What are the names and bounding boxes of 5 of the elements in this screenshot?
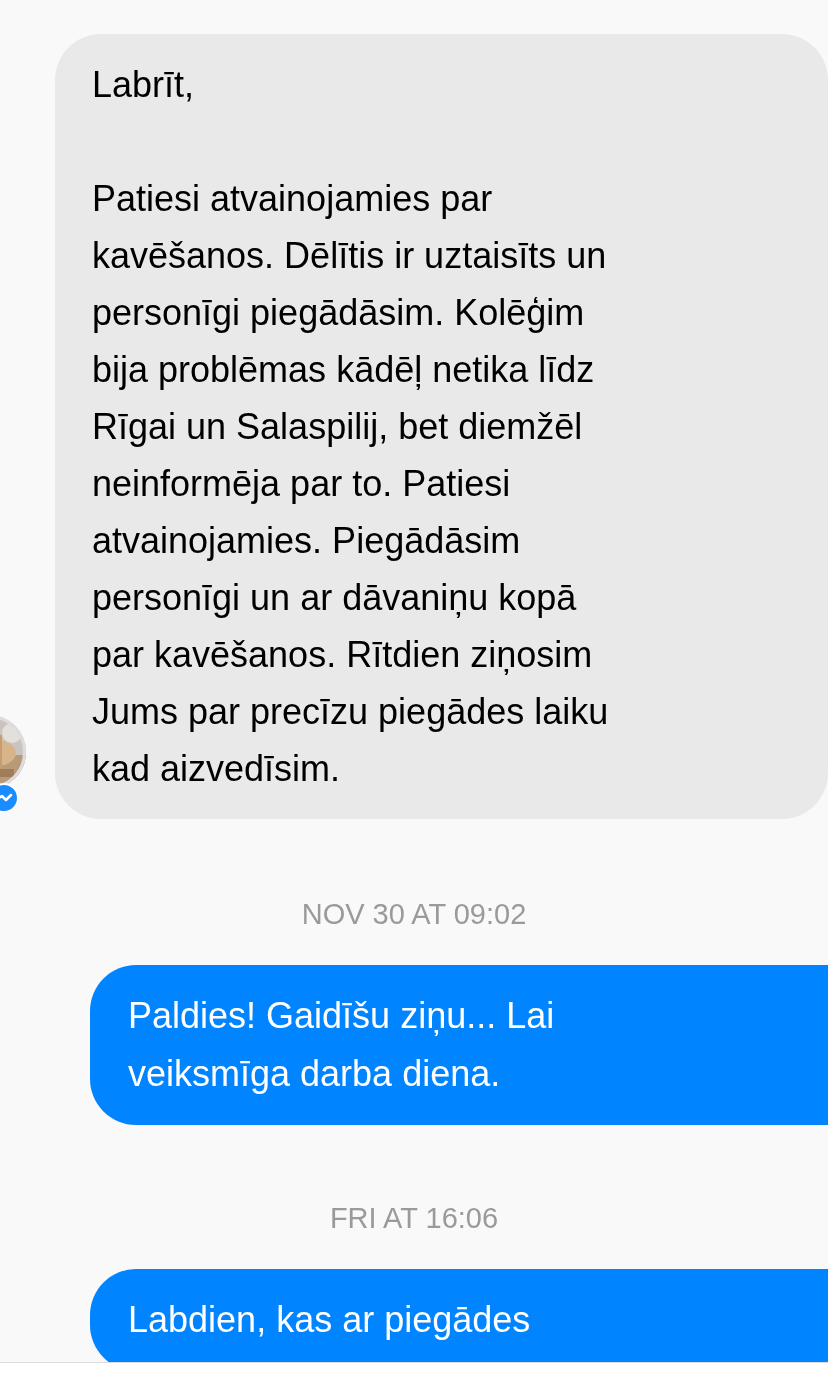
timestamp: FRI AT 16:06 — [328, 1201, 500, 1235]
message-bubble: Paldies! Gaidīšu ziņu... Lai veiksmīga darba diena. — [90, 965, 828, 1125]
message-bubble: Labrīt, Patiesi atvainojamies par kavēšanos. Dēlītis ir uztaisīts un personīgi piegādāsim. Kolēģim bija problēmas kādēļ netika līdz Rīgai un Salaspilij, bet diemžēl neinformēja par to. Patiesi atvainojamies. Piegādāsim personīgi un ar dāvaniņu kopā par kavēšanos. Rītdien ziņosim Jums par precīzu piegādes laiku kad aizvedīsim. — [55, 34, 828, 819]
timestamp: NOV 30 AT 09:02 — [300, 897, 528, 931]
message-bubble: Labdien, kas ar piegādes — [90, 1269, 828, 1362]
